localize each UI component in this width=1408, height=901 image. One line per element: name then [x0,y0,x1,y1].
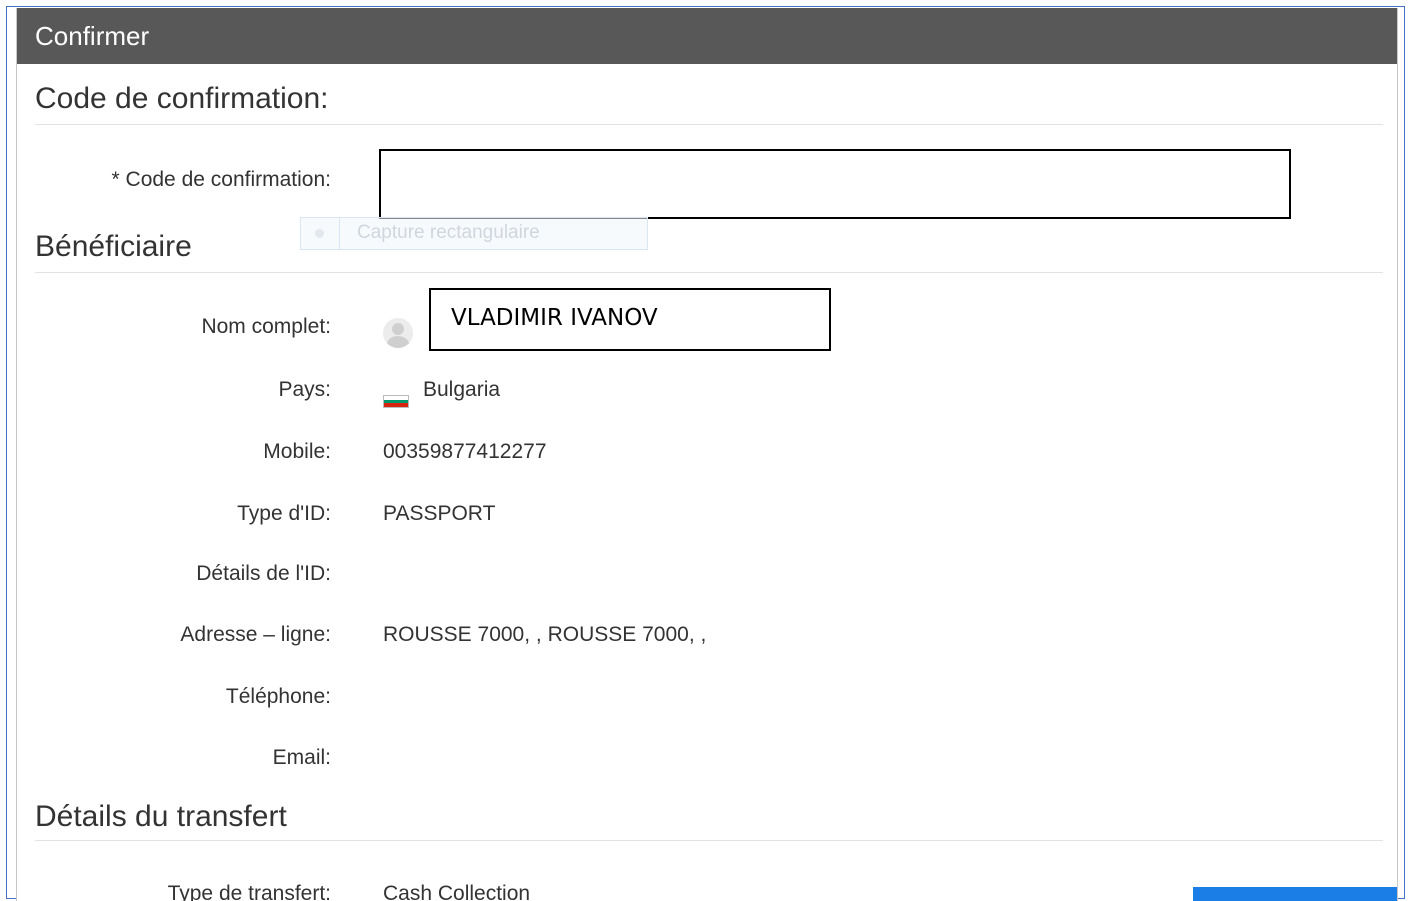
dialog-title: Confirmer [35,21,150,51]
bulgaria-flag-icon [383,395,409,408]
transfer-section-title: Détails du transfert [35,800,287,833]
email-label: Email: [272,746,331,769]
address-value: ROUSSE 7000, , ROUSSE 7000, , [383,623,707,646]
record-dot-icon [315,229,324,238]
id-type-label: Type d'ID: [237,502,331,525]
beneficiary-section-title: Bénéficiaire [35,230,192,263]
section-divider [35,124,1383,125]
full-name-value: VLADIMIR IVANOV [451,305,658,331]
mobile-value: 00359877412277 [383,440,547,463]
address-label: Adresse – ligne: [180,623,331,646]
confirmation-section-title: Code de confirmation: [35,82,329,115]
country-value: Bulgaria [423,378,501,401]
country-label: Pays: [278,378,331,401]
full-name-field: VLADIMIR IVANOV [429,288,831,351]
id-details-label: Détails de l'ID: [196,562,331,585]
telephone-label: Téléphone: [225,685,331,708]
section-divider [35,840,1383,841]
dialog-header: Confirmer [17,8,1397,64]
confirmation-code-input[interactable] [379,149,1291,219]
tooltip-label: Capture rectangulaire [357,222,540,243]
transfer-type-label: Type de transfert: [167,882,331,901]
confirm-dialog: Confirmer Code de confirmation: * Code d… [16,8,1398,901]
section-divider [35,272,1383,273]
tooltip-separator [339,218,340,249]
transfer-type-value: Cash Collection [383,882,531,901]
confirmation-code-label: * Code de confirmation: [111,168,331,191]
mobile-label: Mobile: [263,440,331,463]
capture-tooltip: Capture rectangulaire [300,217,648,250]
id-type-value: PASSPORT [383,502,496,525]
user-avatar-icon [383,318,413,348]
primary-action-button[interactable] [1193,887,1397,901]
full-name-label: Nom complet: [201,315,331,338]
